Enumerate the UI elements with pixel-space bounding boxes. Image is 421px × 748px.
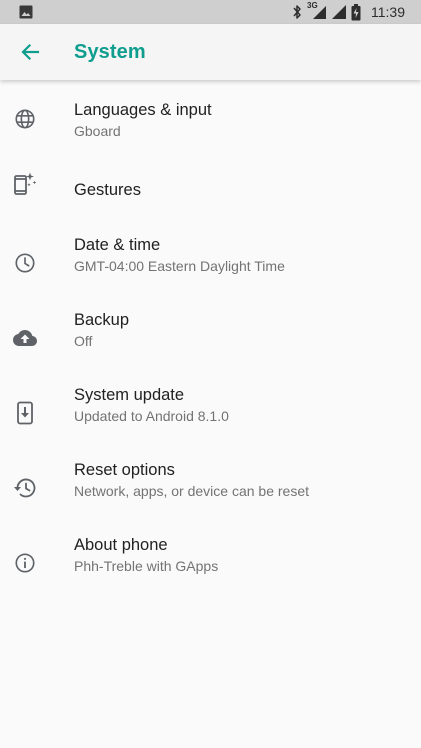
restore-icon xyxy=(12,475,38,501)
back-arrow-icon xyxy=(20,42,40,62)
item-subtitle: Updated to Android 8.1.0 xyxy=(74,408,229,424)
page-title: System xyxy=(74,41,146,63)
item-subtitle: Off xyxy=(74,333,93,349)
status-bar: 3G 11:39 xyxy=(0,0,421,24)
list-item-date-time[interactable]: Date & time GMT-04:00 Eastern Daylight T… xyxy=(0,230,421,305)
item-subtitle: Network, apps, or device can be reset xyxy=(74,483,310,499)
info-icon xyxy=(12,550,38,576)
item-title: System update xyxy=(74,386,185,404)
item-subtitle: Phh-Treble with GApps xyxy=(74,558,219,574)
clock-icon xyxy=(12,250,38,276)
list-item-backup[interactable]: Backup Off xyxy=(0,305,421,380)
wifi-signal-icon xyxy=(331,4,347,20)
item-title: Backup xyxy=(74,311,130,329)
list-item-languages-input[interactable]: Languages & input Gboard xyxy=(0,80,421,155)
item-subtitle: Gboard xyxy=(74,123,121,139)
list-item-system-update[interactable]: System update Updated to Android 8.1.0 xyxy=(0,380,421,455)
image-notification-icon xyxy=(19,5,33,19)
item-subtitle: GMT-04:00 Eastern Daylight Time xyxy=(74,258,285,274)
battery-icon xyxy=(351,3,361,21)
item-title: Gestures xyxy=(74,181,141,199)
gestures-icon xyxy=(12,171,38,197)
item-title: Reset options xyxy=(74,461,175,479)
cloud-upload-icon xyxy=(12,325,38,351)
system-update-icon xyxy=(12,400,38,426)
item-title: Languages & input xyxy=(74,101,212,119)
list-item-about-phone[interactable]: About phone Phh-Treble with GApps xyxy=(0,530,421,605)
status-time: 11:39 xyxy=(371,4,405,20)
list-item-reset-options[interactable]: Reset options Network, apps, or device c… xyxy=(0,455,421,530)
cell-signal-icon: 3G xyxy=(307,1,327,20)
back-button[interactable] xyxy=(12,34,48,70)
item-title: About phone xyxy=(74,536,168,554)
app-bar: System xyxy=(0,24,421,80)
bluetooth-icon xyxy=(291,4,303,20)
globe-icon xyxy=(12,106,38,132)
settings-list: Languages & input Gboard Gestures Date &… xyxy=(0,80,421,605)
item-title: Date & time xyxy=(74,236,161,254)
list-item-gestures[interactable]: Gestures xyxy=(0,155,421,230)
